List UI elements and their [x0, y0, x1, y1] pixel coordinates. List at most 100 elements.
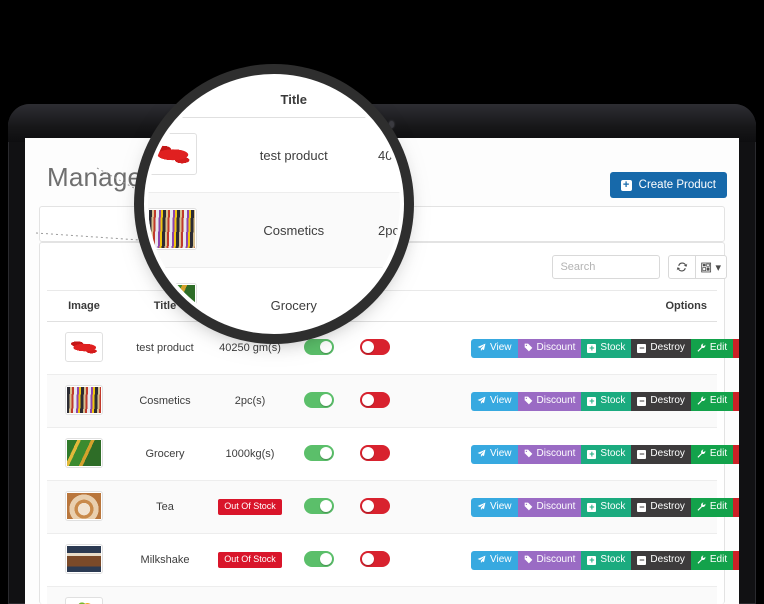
- column-header-image[interactable]: Image: [47, 291, 121, 322]
- cell-title: Juice: [121, 587, 209, 604]
- edit-button[interactable]: Edit: [691, 445, 733, 464]
- minus-square-icon: −: [637, 397, 646, 406]
- edit-button[interactable]: Edit: [691, 551, 733, 570]
- discount-button[interactable]: Discount: [518, 551, 582, 570]
- edit-button[interactable]: Edit: [691, 392, 733, 411]
- magnified-header-current-stock: Curre: [370, 82, 400, 118]
- create-product-button[interactable]: + Create Product: [610, 172, 727, 198]
- cell-options: ViewDiscount+Stock−DestroyEditDelete: [465, 428, 717, 481]
- cosmetics-thumbnail: [65, 385, 103, 415]
- stock-button[interactable]: +Stock: [581, 392, 631, 411]
- view-button[interactable]: View: [471, 498, 518, 517]
- discount-button[interactable]: Discount: [518, 445, 582, 464]
- magnified-cell-title: test product: [218, 118, 371, 193]
- cell-current-stock: Out Of Stock: [209, 587, 291, 604]
- cell-toggle-featured: [347, 428, 403, 481]
- destroy-button[interactable]: −Destroy: [631, 445, 690, 464]
- discount-button[interactable]: Discount: [518, 498, 582, 517]
- minus-square-icon: −: [637, 556, 646, 565]
- toggle-featured[interactable]: [360, 551, 390, 567]
- cell-image: [47, 481, 121, 534]
- stock-button[interactable]: +Stock: [581, 498, 631, 517]
- cell-image: [47, 322, 121, 375]
- toggle-featured[interactable]: [360, 392, 390, 408]
- magnified-cell-current-stock: 2pc(s): [370, 193, 400, 268]
- wrench-icon: [697, 502, 706, 513]
- tag-icon: [524, 555, 533, 566]
- create-product-label: Create Product: [639, 179, 716, 191]
- milkshake-thumbnail: [65, 544, 103, 574]
- toggle-published[interactable]: [304, 445, 334, 461]
- refresh-button[interactable]: [668, 255, 696, 279]
- chili-thumbnail: [65, 332, 103, 362]
- toggle-published[interactable]: [304, 339, 334, 355]
- delete-button[interactable]: Delete: [733, 551, 739, 570]
- toggle-featured[interactable]: [360, 498, 390, 514]
- stock-button[interactable]: +Stock: [581, 551, 631, 570]
- view-button[interactable]: View: [471, 392, 518, 411]
- cell-title: Tea: [121, 481, 209, 534]
- delete-button[interactable]: Delete: [733, 339, 739, 358]
- cell-title: Grocery: [121, 428, 209, 481]
- toggle-published[interactable]: [304, 551, 334, 567]
- magnified-cell-title: Grocery: [218, 268, 371, 331]
- search-input[interactable]: [552, 255, 660, 279]
- paper-plane-icon: [477, 449, 486, 460]
- destroy-label: Destroy: [650, 396, 684, 406]
- columns-toggle-button[interactable]: ▾: [696, 255, 727, 279]
- destroy-button[interactable]: −Destroy: [631, 551, 690, 570]
- paper-plane-icon: [477, 502, 486, 513]
- toggle-published[interactable]: [304, 498, 334, 514]
- plus-square-icon: +: [587, 556, 596, 565]
- destroy-button[interactable]: −Destroy: [631, 392, 690, 411]
- cell-toggle-published: [291, 587, 347, 604]
- delete-button[interactable]: Delete: [733, 445, 739, 464]
- discount-button[interactable]: Discount: [518, 339, 582, 358]
- view-label: View: [490, 555, 512, 565]
- minus-square-icon: −: [637, 450, 646, 459]
- destroy-label: Destroy: [650, 449, 684, 459]
- table-row: Tea Out Of Stock View Discount +Stock−Destro…: [47, 481, 717, 534]
- cell-toggle-published: [291, 428, 347, 481]
- wrench-icon: [697, 396, 706, 407]
- column-header-spacer: [403, 291, 465, 322]
- toggle-published[interactable]: [304, 392, 334, 408]
- discount-label: Discount: [537, 396, 576, 406]
- delete-button[interactable]: Delete: [733, 392, 739, 411]
- cell-options: ViewDiscount+Stock−DestroyEditDelete: [465, 534, 717, 587]
- discount-button[interactable]: Discount: [518, 392, 582, 411]
- stock-button[interactable]: +Stock: [581, 445, 631, 464]
- status-badge: Out Of Stock: [218, 499, 282, 515]
- edit-button[interactable]: Edit: [691, 339, 733, 358]
- view-button[interactable]: View: [471, 339, 518, 358]
- cell-toggle-published: [291, 534, 347, 587]
- plus-square-icon: +: [587, 503, 596, 512]
- discount-label: Discount: [537, 449, 576, 459]
- table-row: MilkshakeOut Of StockViewDiscount+Stock−…: [47, 534, 717, 587]
- plus-circle-icon: +: [621, 180, 632, 191]
- edit-label: Edit: [710, 555, 727, 565]
- cell-spacer: [403, 534, 465, 587]
- toggle-featured[interactable]: [360, 445, 390, 461]
- destroy-label: Destroy: [650, 555, 684, 565]
- columns-icon: [701, 262, 712, 273]
- stock-button[interactable]: +Stock: [581, 339, 631, 358]
- edit-button[interactable]: Edit: [691, 498, 733, 517]
- tag-icon: [524, 449, 533, 460]
- delete-button[interactable]: Delete: [733, 498, 739, 517]
- view-label: View: [490, 343, 512, 353]
- magnified-cell-title: Cosmetics: [218, 193, 371, 268]
- wrench-icon: [697, 343, 706, 354]
- row-action-group: View Discount+Stock−DestroyEditDelete: [471, 339, 739, 358]
- magnified-cell-image: [148, 118, 218, 193]
- destroy-button[interactable]: −Destroy: [631, 339, 690, 358]
- view-button[interactable]: View: [471, 551, 518, 570]
- tea-thumbnail: [65, 491, 103, 521]
- discount-label: Discount: [537, 502, 576, 512]
- row-action-group: View Discount +Stock−DestroyEditDelete: [471, 498, 739, 517]
- view-button[interactable]: View: [471, 445, 518, 464]
- destroy-label: Destroy: [650, 343, 684, 353]
- destroy-button[interactable]: −Destroy: [631, 498, 690, 517]
- toggle-featured[interactable]: [360, 339, 390, 355]
- cell-current-stock: 2pc(s): [209, 375, 291, 428]
